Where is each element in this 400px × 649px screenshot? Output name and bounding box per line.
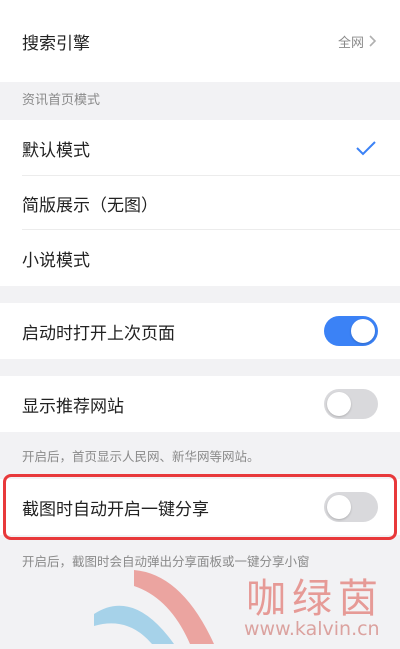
screenshot-share-row: 截图时自动开启一键分享 xyxy=(0,479,400,535)
mode-option-label: 默认模式 xyxy=(22,140,90,161)
watermark-text: 咖绿茵 xyxy=(246,576,384,622)
open-last-page-toggle[interactable] xyxy=(324,316,378,346)
mode-option-label: 小说模式 xyxy=(22,250,90,271)
screenshot-share-label: 截图时自动开启一键分享 xyxy=(22,499,209,520)
open-last-page-row: 启动时打开上次页面 xyxy=(0,303,400,359)
mode-option-label: 简版展示（无图） xyxy=(22,195,158,216)
mode-option-simple[interactable]: 简版展示（无图） xyxy=(0,176,400,230)
chevron-right-icon xyxy=(369,35,377,47)
screenshot-share-toggle[interactable] xyxy=(324,492,378,522)
news-home-mode-title: 资讯首页模式 xyxy=(22,93,101,108)
open-last-page-label: 启动时打开上次页面 xyxy=(22,323,175,344)
search-engine-label: 搜索引擎 xyxy=(22,33,90,54)
toggle-knob xyxy=(327,392,351,416)
search-engine-value: 全网 xyxy=(337,35,364,51)
show-recommended-sites-row: 显示推荐网站 xyxy=(0,376,400,432)
show-recommended-sites-hint: 开启后，首页显示人民网、新华网等网站。 xyxy=(22,449,260,464)
watermark-url: www.kalvin.cn xyxy=(244,618,380,640)
show-recommended-sites-toggle[interactable] xyxy=(324,389,378,419)
toggle-knob xyxy=(351,319,375,343)
watermark-logo-icon xyxy=(94,570,214,644)
show-recommended-sites-label: 显示推荐网站 xyxy=(22,396,124,417)
watermark: 咖绿茵 www.kalvin.cn xyxy=(94,564,400,649)
mode-option-default[interactable]: 默认模式 xyxy=(0,120,400,176)
checkmark-icon xyxy=(356,141,376,156)
search-engine-row[interactable]: 搜索引擎 全网 xyxy=(0,0,400,82)
mode-option-novel[interactable]: 小说模式 xyxy=(0,230,400,286)
toggle-knob xyxy=(327,495,351,519)
